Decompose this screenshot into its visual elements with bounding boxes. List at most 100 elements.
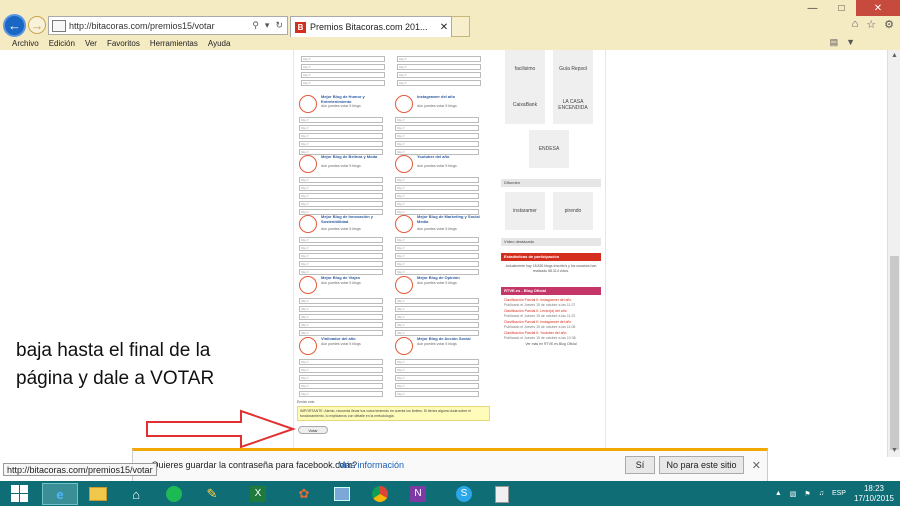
vote-input[interactable]: http:// — [395, 125, 479, 131]
vote-input[interactable]: http:// — [395, 117, 479, 123]
excel-icon[interactable]: X — [240, 483, 276, 505]
vote-input[interactable]: http:// — [301, 56, 385, 62]
vote-input[interactable]: http:// — [301, 64, 385, 70]
vote-input[interactable]: http:// — [395, 261, 479, 267]
file-explorer-icon[interactable] — [80, 483, 116, 505]
close-window-button[interactable]: ✕ — [856, 0, 900, 16]
vote-input[interactable]: http:// — [395, 185, 479, 191]
vote-input[interactable]: http:// — [299, 298, 383, 304]
vote-input[interactable]: http:// — [301, 80, 385, 86]
sponsor-logo[interactable]: ENDESA — [529, 130, 569, 168]
difunden-logo[interactable]: instaramer — [505, 192, 545, 230]
vote-input[interactable]: http:// — [395, 141, 479, 147]
clock[interactable]: 18:23 17/10/2015 — [854, 484, 894, 504]
vote-input[interactable]: http:// — [299, 177, 383, 183]
vote-input[interactable]: http:// — [299, 117, 383, 123]
vote-input[interactable]: http:// — [397, 80, 481, 86]
tray-arrow-icon[interactable]: ▲ — [775, 490, 782, 497]
address-url[interactable]: http://bitacoras.com/premios15/votar — [69, 21, 252, 31]
vote-input[interactable]: http:// — [395, 201, 479, 207]
vote-input[interactable]: http:// — [299, 306, 383, 312]
vote-input[interactable]: http:// — [395, 375, 479, 381]
volume-icon[interactable]: ♫ — [819, 490, 824, 497]
menu-ayuda[interactable]: Ayuda — [208, 39, 231, 48]
vote-input[interactable]: http:// — [395, 298, 479, 304]
menu-herramientas[interactable]: Herramientas — [150, 39, 198, 48]
menu-ver[interactable]: Ver — [85, 39, 97, 48]
vote-input[interactable]: http:// — [299, 314, 383, 320]
refresh-icon[interactable]: ↻ — [275, 20, 283, 31]
news-more-link[interactable]: Ver más en RTVE.es Blog Oficial — [501, 342, 601, 347]
dropdown-icon[interactable]: ▾ — [265, 20, 270, 31]
vote-input[interactable]: http:// — [395, 367, 479, 373]
difunden-logo[interactable]: pirendo — [553, 192, 593, 230]
vote-button[interactable]: Votar — [298, 426, 328, 434]
vote-input[interactable]: http:// — [395, 322, 479, 328]
vote-input[interactable]: http:// — [299, 141, 383, 147]
menu-favoritos[interactable]: Favoritos — [107, 39, 140, 48]
forward-button[interactable]: → — [28, 16, 46, 34]
news-item[interactable]: Clasificación Parcial II: Youtuber del a… — [504, 331, 599, 340]
vote-input[interactable]: http:// — [299, 193, 383, 199]
feeds-icon[interactable]: ▤ — [830, 37, 839, 48]
signal-icon[interactable]: ▧ — [790, 490, 797, 498]
minimize-button[interactable]: — — [798, 0, 827, 16]
vote-input[interactable]: http:// — [395, 193, 479, 199]
paint-icon[interactable]: ✿ — [286, 483, 322, 505]
vote-input[interactable]: http:// — [299, 245, 383, 251]
start-button[interactable] — [0, 481, 38, 506]
page-menu-icon[interactable]: ▼ — [846, 37, 855, 48]
yes-button[interactable]: Sí — [625, 456, 655, 474]
vote-input[interactable]: http:// — [299, 185, 383, 191]
vote-input[interactable]: http:// — [395, 359, 479, 365]
scroll-thumb[interactable] — [890, 256, 899, 450]
pen-icon[interactable]: ✎ — [194, 483, 230, 505]
vote-input[interactable]: http:// — [299, 237, 383, 243]
vote-input[interactable]: http:// — [299, 125, 383, 131]
flag-icon[interactable]: ⚑ — [804, 490, 810, 498]
not-for-this-site-button[interactable]: No para este sitio — [659, 456, 744, 474]
vote-input[interactable]: http:// — [395, 306, 479, 312]
document-icon[interactable] — [484, 483, 520, 505]
vertical-scrollbar[interactable]: ▲ ▼ — [887, 50, 900, 457]
address-bar[interactable]: http://bitacoras.com/premios15/votar ⚲ ▾… — [48, 16, 288, 35]
skype-icon[interactable]: S — [446, 483, 482, 505]
chrome-icon[interactable] — [362, 483, 398, 505]
vote-input[interactable]: http:// — [395, 177, 479, 183]
vote-input[interactable]: http:// — [395, 245, 479, 251]
vote-input[interactable]: http:// — [299, 375, 383, 381]
sponsor-logo[interactable]: LA CASA ENCENDIDA — [553, 86, 593, 124]
onenote-icon[interactable]: N — [400, 483, 436, 505]
favorites-star-icon[interactable]: ☆ — [866, 18, 876, 31]
vote-input[interactable]: http:// — [395, 253, 479, 259]
menu-edicion[interactable]: Edición — [49, 39, 75, 48]
close-icon[interactable]: ✕ — [752, 459, 761, 472]
scroll-up-icon[interactable]: ▲ — [888, 50, 900, 62]
vote-input[interactable]: http:// — [299, 367, 383, 373]
vote-input[interactable]: http:// — [299, 383, 383, 389]
vote-input[interactable]: http:// — [395, 383, 479, 389]
vote-input[interactable]: http:// — [395, 133, 479, 139]
back-button[interactable]: ← — [3, 14, 26, 37]
sponsor-logo[interactable]: Guía Repsol — [553, 50, 593, 88]
home-icon[interactable]: ⌂ — [118, 483, 154, 505]
vote-input[interactable]: http:// — [299, 201, 383, 207]
sponsor-logo[interactable]: facilisimo — [505, 50, 545, 88]
menu-archivo[interactable]: Archivo — [12, 39, 39, 48]
vote-input[interactable]: http:// — [299, 322, 383, 328]
home-icon[interactable]: ⌂ — [852, 18, 859, 31]
spotify-icon[interactable] — [156, 483, 192, 505]
vote-input[interactable]: http:// — [299, 133, 383, 139]
vote-input[interactable]: http:// — [299, 261, 383, 267]
scroll-down-icon[interactable]: ▼ — [888, 445, 900, 457]
vote-input[interactable]: http:// — [397, 56, 481, 62]
vote-input[interactable]: http:// — [397, 64, 481, 70]
vote-input[interactable]: http:// — [397, 72, 481, 78]
close-tab-icon[interactable]: ✕ — [437, 22, 451, 33]
internet-explorer-icon[interactable]: e — [42, 483, 78, 505]
gear-icon[interactable]: ⚙ — [884, 18, 894, 31]
new-tab-button[interactable] — [452, 16, 470, 37]
vote-input[interactable]: http:// — [395, 237, 479, 243]
vote-input[interactable]: http:// — [299, 253, 383, 259]
search-icon[interactable]: ⚲ — [252, 20, 259, 31]
